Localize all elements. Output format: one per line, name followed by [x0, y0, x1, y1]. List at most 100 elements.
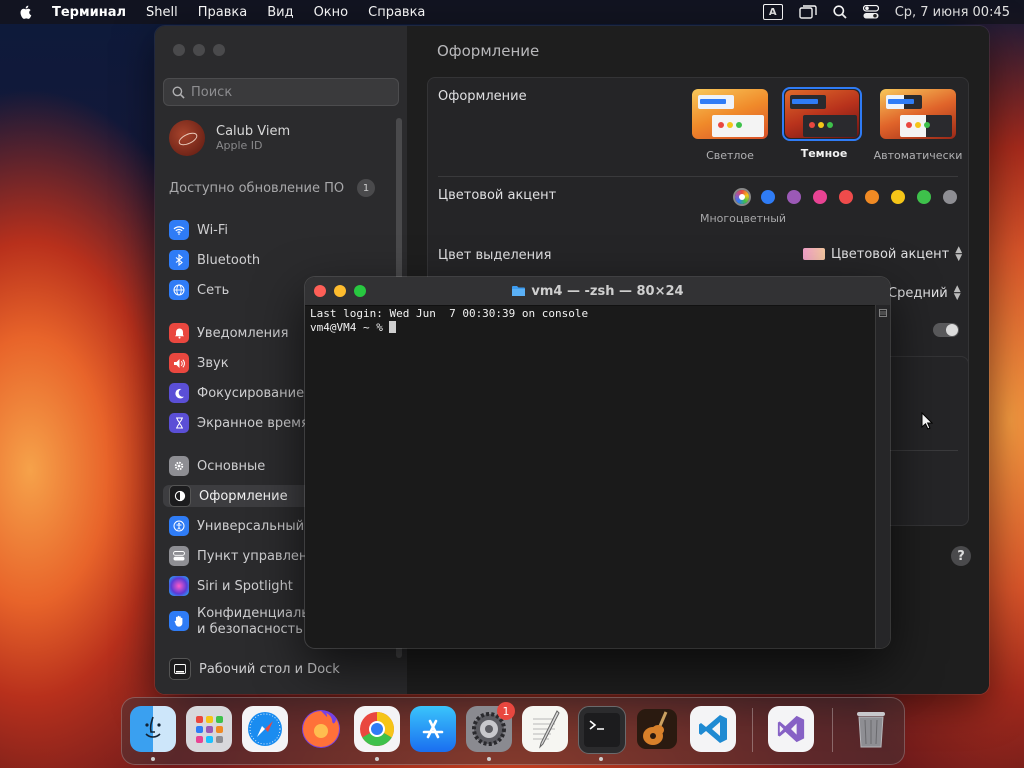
- menu-clock[interactable]: Ср, 7 июня 00:45: [895, 5, 1010, 20]
- terminal-zoom-button[interactable]: [354, 285, 366, 297]
- accent-yellow[interactable]: [891, 190, 905, 204]
- accent-red[interactable]: [839, 190, 853, 204]
- terminal-title-text: vm4 — -zsh — 80×24: [531, 283, 684, 299]
- accent-color-picker: [735, 190, 957, 204]
- control-center-icon[interactable]: [862, 5, 879, 19]
- menu-edit[interactable]: Правка: [198, 5, 247, 20]
- sidebar-item-label: Wi-Fi: [197, 222, 229, 238]
- dock-firefox-icon[interactable]: [298, 706, 344, 752]
- update-count-badge: 1: [357, 179, 375, 197]
- split-pane-icon[interactable]: [879, 309, 887, 317]
- sidebar-item-label: Уведомления: [197, 325, 289, 341]
- avatar: [169, 120, 205, 156]
- help-button[interactable]: ?: [951, 546, 971, 566]
- dark-thumbnail: [785, 90, 859, 138]
- search-field[interactable]: Поиск: [163, 78, 399, 106]
- sidebar-item-label: Рабочий стол и Dock: [199, 661, 340, 677]
- accessibility-icon: [169, 516, 189, 536]
- menu-shell[interactable]: Shell: [146, 5, 178, 20]
- accent-graphite[interactable]: [943, 190, 957, 204]
- menu-view[interactable]: Вид: [267, 5, 293, 20]
- appearance-option-label: Автоматически: [873, 149, 963, 162]
- popup-chevron-icon: ▲ ▼: [953, 284, 961, 302]
- accent-pink[interactable]: [813, 190, 827, 204]
- sidebar-item-label: Конфиденциальность и безопасность: [197, 606, 348, 637]
- apple-menu-icon[interactable]: [18, 4, 34, 20]
- sidebar-item-bluetooth[interactable]: Bluetooth: [169, 249, 399, 271]
- terminal-minimize-button[interactable]: [334, 285, 346, 297]
- sidebar-icon-size-popup[interactable]: Средний ▲ ▼: [888, 284, 961, 302]
- dock-app-store-icon[interactable]: [410, 706, 456, 752]
- sidebar-item-wifi[interactable]: Wi-Fi: [169, 219, 399, 241]
- last-login-line: Last login: Wed Jun 7 00:30:39 on consol…: [310, 307, 589, 320]
- hand-icon: [169, 611, 189, 631]
- terminal-scrollbar[interactable]: [875, 305, 890, 648]
- dock-vscode-icon[interactable]: [690, 706, 736, 752]
- sidebar-item-desktop-dock[interactable]: Рабочий стол и Dock: [169, 658, 399, 680]
- search-placeholder: Поиск: [191, 84, 233, 100]
- wallpaper-tinting-toggle[interactable]: [933, 323, 959, 337]
- accent-purple[interactable]: [787, 190, 801, 204]
- folder-icon: [512, 286, 526, 296]
- sidebar-item-label: Сеть: [197, 282, 230, 298]
- dock-textedit-icon[interactable]: [522, 706, 568, 752]
- wifi-icon: [169, 220, 189, 240]
- minimize-button[interactable]: [193, 44, 205, 56]
- terminal-window: vm4 — -zsh — 80×24 Last login: Wed Jun 7…: [305, 277, 890, 648]
- menu-app-name[interactable]: Терминал: [52, 5, 126, 20]
- dock-icon: [169, 658, 191, 680]
- moon-icon: [169, 383, 189, 403]
- appearance-icon: [169, 485, 191, 507]
- text-cursor: [389, 321, 397, 333]
- terminal-output[interactable]: Last login: Wed Jun 7 00:30:39 on consol…: [310, 307, 588, 335]
- menu-window[interactable]: Окно: [314, 5, 349, 20]
- sidebar-item-label: Фокусирование: [197, 385, 305, 401]
- dock-terminal-icon[interactable]: [578, 706, 626, 754]
- dock-garageband-icon[interactable]: [634, 706, 680, 752]
- dock-visual-studio-icon[interactable]: [768, 706, 814, 752]
- siri-icon: [169, 576, 189, 596]
- dock-trash-icon[interactable]: [848, 706, 894, 752]
- close-button[interactable]: [173, 44, 185, 56]
- sidebar-item-label: Звук: [197, 355, 229, 371]
- globe-icon: [169, 280, 189, 300]
- control-center-icon: [169, 546, 189, 566]
- input-source-icon[interactable]: A: [762, 4, 783, 20]
- dock-launchpad-icon[interactable]: [186, 706, 232, 752]
- dock: 1: [121, 697, 905, 765]
- spotlight-search-icon[interactable]: [833, 5, 847, 19]
- finder-running-indicator: [151, 757, 155, 761]
- appearance-option-dark[interactable]: Темное: [777, 87, 871, 160]
- menu-help[interactable]: Справка: [368, 5, 425, 20]
- settings-running-indicator: [487, 757, 491, 761]
- dock-chrome-icon[interactable]: [354, 706, 400, 752]
- sidebar-item-label: Основные: [197, 458, 266, 474]
- terminal-close-button[interactable]: [314, 285, 326, 297]
- speaker-icon: [169, 353, 189, 373]
- highlight-color-value: Цветовой акцент: [831, 246, 950, 262]
- accent-multicolor[interactable]: [735, 190, 749, 204]
- accent-green[interactable]: [917, 190, 931, 204]
- terminal-title: vm4 — -zsh — 80×24: [305, 277, 890, 305]
- apple-id-account[interactable]: Calub Viem Apple ID: [169, 120, 290, 156]
- dock-safari-icon[interactable]: [242, 706, 288, 752]
- sidebar-item-label: Экранное время: [197, 415, 309, 431]
- windows-icon[interactable]: [798, 5, 817, 19]
- accent-blue[interactable]: [761, 190, 775, 204]
- accent-selected-name: Многоцветный: [699, 212, 787, 225]
- dock-finder-icon[interactable]: [130, 706, 176, 752]
- highlight-color-popup[interactable]: Цветовой акцент ▲ ▼: [803, 246, 962, 263]
- accent-orange[interactable]: [865, 190, 879, 204]
- appearance-label: Оформление: [438, 89, 527, 104]
- bell-icon: [169, 323, 189, 343]
- appearance-option-auto[interactable]: Автоматически: [871, 89, 965, 162]
- accent-color-label: Цветовой акцент: [438, 188, 557, 203]
- sidebar-item-label: Siri и Spotlight: [197, 578, 293, 594]
- appearance-option-light[interactable]: Светлое: [683, 89, 777, 162]
- mouse-pointer-icon: [921, 412, 933, 430]
- search-icon: [172, 86, 185, 99]
- settings-notification-badge: 1: [497, 702, 515, 720]
- zoom-button[interactable]: [213, 44, 225, 56]
- sidebar-item-label: Bluetooth: [197, 252, 261, 268]
- software-update-item[interactable]: Доступно обновление ПО 1: [169, 177, 399, 199]
